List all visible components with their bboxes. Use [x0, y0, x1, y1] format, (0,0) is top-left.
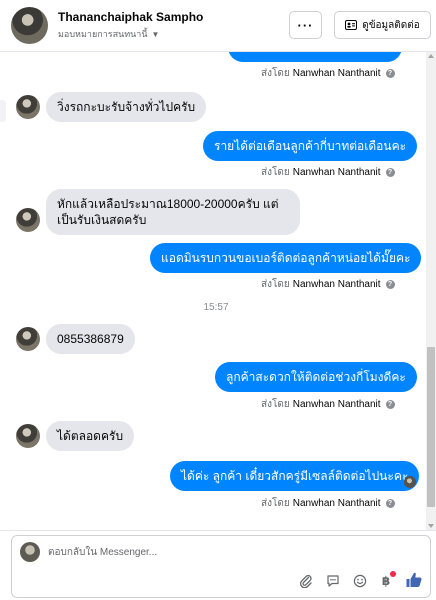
- payment-icon[interactable]: ฿: [377, 571, 396, 590]
- incoming-message: 0855386879: [46, 324, 135, 354]
- outgoing-message: ลูกค้าสะดวกให้ติดต่อช่วงกี่โมงดีคะ: [215, 362, 417, 392]
- outgoing-message: แอดมินรบกวนขอเบอร์ติดต่อลูกค้าหน่อยได้มั…: [150, 243, 422, 273]
- sent-by-label: ส่งโดย Nanwhan Nanthanit?: [261, 496, 395, 511]
- sent-by-label: ส่งโดย Nanwhan Nanthanit?: [261, 165, 395, 180]
- reply-composer: ฿: [0, 530, 436, 600]
- outgoing-message-partial: [228, 52, 402, 62]
- assign-conversation-dropdown[interactable]: มอบหมายการสนทนานี้ ▼: [58, 27, 159, 41]
- emoji-icon[interactable]: [351, 572, 369, 590]
- contact-avatar-small: [16, 95, 40, 119]
- incoming-message: วิ่งรถกะบะรับจ้างทั่วไปครับ: [46, 92, 207, 122]
- saved-replies-icon[interactable]: [324, 572, 342, 590]
- help-icon[interactable]: ?: [385, 499, 395, 508]
- scroll-down-arrow[interactable]: [428, 524, 434, 528]
- conversation-header: Thananchaiphak Sampho มอบหมายการสนทนานี้…: [0, 0, 436, 52]
- more-options-button[interactable]: ···: [289, 11, 322, 39]
- like-icon[interactable]: [404, 570, 424, 590]
- view-contact-label: ดูข้อมูลติดต่อ: [362, 19, 420, 31]
- scrollbar[interactable]: [426, 52, 436, 530]
- reply-input[interactable]: [48, 543, 388, 561]
- view-contact-button[interactable]: ดูข้อมูลติดต่อ: [334, 11, 431, 39]
- help-icon[interactable]: ?: [385, 168, 395, 177]
- incoming-message: ได้ตลอดครับ: [46, 421, 135, 451]
- chevron-down-icon: ▼: [151, 29, 160, 39]
- help-icon[interactable]: ?: [385, 280, 395, 289]
- sent-by-label: ส่งโดย Nanwhan Nanthanit?: [261, 397, 395, 412]
- notification-dot: [390, 571, 396, 577]
- scroll-up-arrow[interactable]: [428, 54, 434, 58]
- attachment-icon[interactable]: [297, 572, 315, 590]
- outgoing-message: ได้ค่ะ ลูกค้า เดี๋ยวสักครู่มีเซลล์ติดต่อ…: [170, 461, 420, 491]
- contact-avatar-small: [16, 424, 40, 448]
- help-icon[interactable]: ?: [385, 400, 395, 409]
- incoming-message: หักแล้วเหลือประมาณ18000-20000ครับ แต่เป็…: [46, 189, 300, 235]
- outgoing-message: รายได้ต่อเดือนลูกค้ากี่บาทต่อเดือนคะ: [203, 131, 418, 161]
- reply-box[interactable]: ฿: [11, 535, 431, 598]
- page-avatar: [20, 542, 40, 562]
- contact-avatar-small: [16, 327, 40, 351]
- contact-name[interactable]: Thananchaiphak Sampho: [58, 10, 203, 24]
- sent-by-label: ส่งโดย Nanwhan Nanthanit?: [261, 277, 395, 292]
- contact-card-icon: [345, 20, 358, 30]
- assign-conversation-label: มอบหมายการสนทนานี้: [58, 29, 148, 39]
- sent-by-label: ส่งโดย Nanwhan Nanthanit?: [261, 66, 395, 81]
- message-thread[interactable]: ส่งโดย Nanwhan Nanthanit? วิ่งรถกะบะรับจ้…: [0, 52, 436, 530]
- contact-avatar-small: [16, 208, 40, 232]
- collapsed-panel-handle[interactable]: [0, 100, 6, 122]
- scrollbar-thumb[interactable]: [427, 347, 435, 507]
- help-icon[interactable]: ?: [385, 69, 395, 78]
- seen-avatar: [404, 476, 416, 488]
- contact-avatar[interactable]: [11, 7, 48, 44]
- message-timestamp: 15:57: [203, 302, 229, 313]
